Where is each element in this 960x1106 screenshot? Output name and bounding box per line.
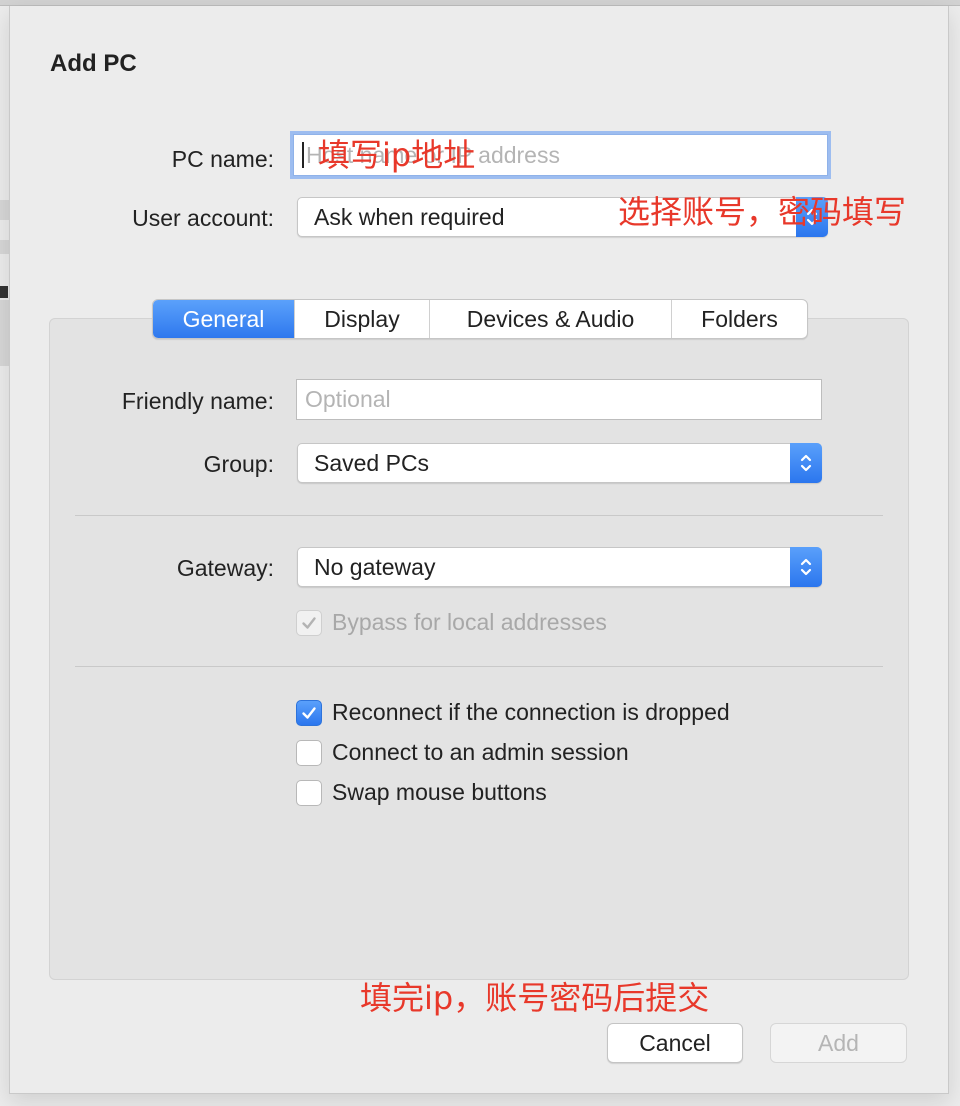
friendly-name-placeholder: Optional xyxy=(305,386,391,412)
tab-general[interactable]: General xyxy=(153,300,295,338)
swap-mouse-label: Swap mouse buttons xyxy=(332,779,547,805)
user-account-value: Ask when required xyxy=(314,203,505,230)
tab-display[interactable]: Display xyxy=(295,300,430,338)
chevron-updown-icon xyxy=(790,443,822,483)
section-divider xyxy=(75,666,883,667)
checkmark-icon xyxy=(296,699,322,726)
group-value: Saved PCs xyxy=(314,449,430,476)
background-window-icon xyxy=(0,286,8,298)
admin-session-label: Connect to an admin session xyxy=(332,739,629,765)
swap-mouse-checkbox[interactable]: Swap mouse buttons xyxy=(296,779,547,806)
annotation-submit: 填完ip，账号密码后提交 xyxy=(360,979,710,1017)
annotation-ip: 填写ip地址 xyxy=(318,136,476,174)
checkmark-icon xyxy=(296,609,322,636)
gateway-label: Gateway: xyxy=(176,555,274,581)
tab-folders[interactable]: Folders xyxy=(672,300,807,338)
bypass-local-label: Bypass for local addresses xyxy=(332,609,607,635)
gateway-value: No gateway xyxy=(314,553,436,580)
text-caret xyxy=(302,142,304,168)
section-divider xyxy=(75,515,883,516)
group-select[interactable]: Saved PCs xyxy=(297,443,822,483)
annotation-account: 选择账号，密码填写 xyxy=(618,193,907,231)
cancel-button[interactable]: Cancel xyxy=(607,1023,743,1063)
user-account-label: User account: xyxy=(132,205,274,231)
bypass-local-checkbox[interactable]: Bypass for local addresses xyxy=(296,609,607,636)
chevron-updown-icon xyxy=(790,547,822,587)
friendly-name-label: Friendly name: xyxy=(121,388,274,414)
reconnect-checkbox[interactable]: Reconnect if the connection is dropped xyxy=(296,699,730,726)
admin-session-checkbox[interactable]: Connect to an admin session xyxy=(296,739,629,766)
dialog-title: Add PC xyxy=(50,50,137,77)
group-label: Group: xyxy=(203,451,274,477)
friendly-name-input[interactable]: Optional xyxy=(296,379,822,420)
add-pc-dialog: Add PC PC name: Host name or IP address … xyxy=(9,6,949,1094)
tab-devices-audio[interactable]: Devices & Audio xyxy=(430,300,672,338)
add-button[interactable]: Add xyxy=(770,1023,907,1063)
pc-name-label: PC name: xyxy=(171,146,274,172)
gateway-select[interactable]: No gateway xyxy=(297,547,822,587)
checkbox-box xyxy=(296,779,322,806)
reconnect-label: Reconnect if the connection is dropped xyxy=(332,699,730,725)
checkbox-box xyxy=(296,739,322,766)
tab-bar: General Display Devices & Audio Folders xyxy=(152,299,808,339)
